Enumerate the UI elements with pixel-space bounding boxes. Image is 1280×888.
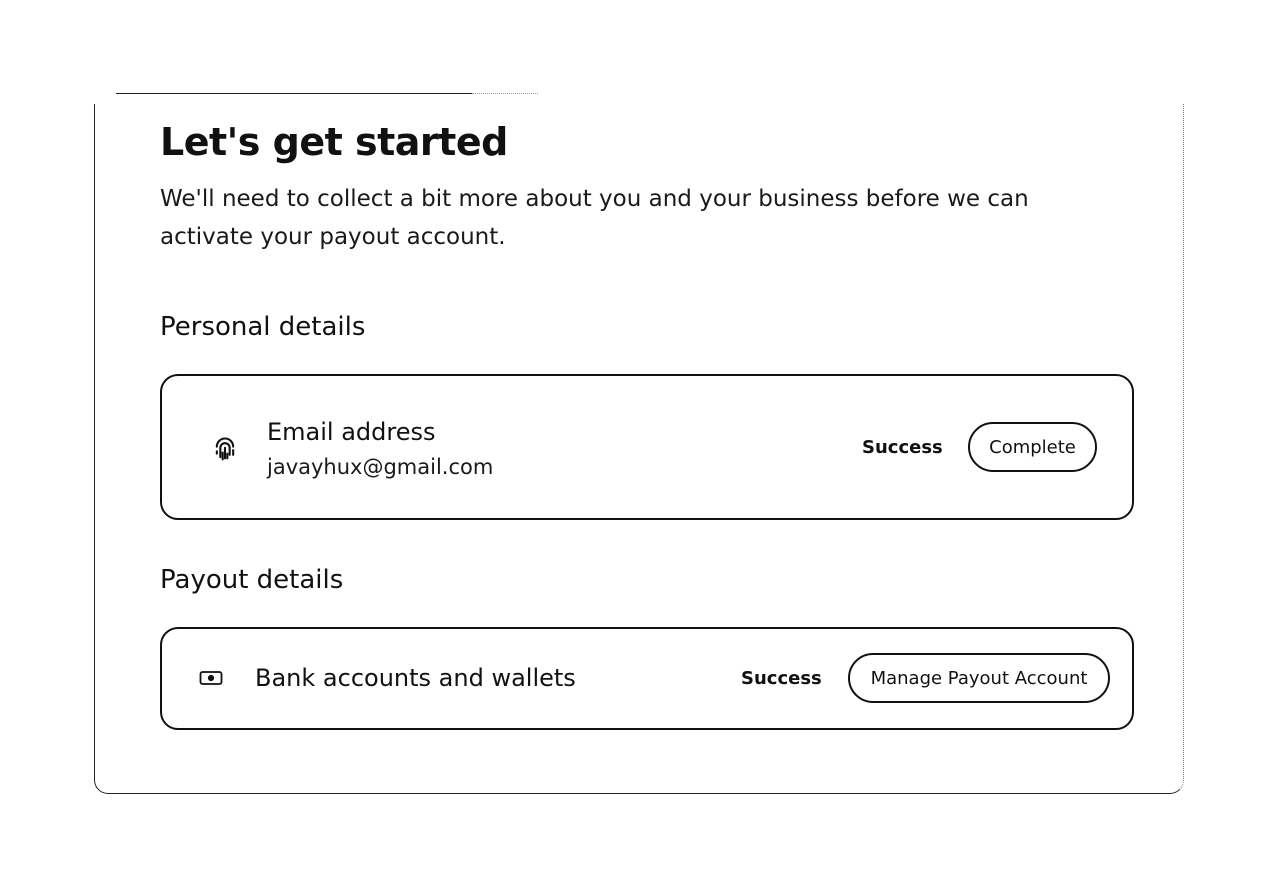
page-subtitle: We'll need to collect a bit more about y… <box>160 186 1029 250</box>
bank-accounts-card: Bank accounts and wallets Success Manage… <box>160 627 1134 730</box>
top-divider <box>116 93 472 94</box>
page-title: Let's get started <box>160 120 508 164</box>
payout-status-badge: Success <box>741 668 822 689</box>
complete-button[interactable]: Complete <box>968 422 1097 472</box>
manage-payout-account-button[interactable]: Manage Payout Account <box>848 653 1110 703</box>
section-title-personal-details: Personal details <box>160 312 366 342</box>
section-title-payout-details: Payout details <box>160 565 344 595</box>
top-divider-faint <box>472 93 538 94</box>
email-address-value: javayhux@gmail.com <box>267 455 494 479</box>
email-status-badge: Success <box>862 437 943 458</box>
bank-accounts-label: Bank accounts and wallets <box>255 664 576 692</box>
email-address-card: Email address javayhux@gmail.com Success… <box>160 374 1134 520</box>
email-address-label: Email address <box>267 418 436 446</box>
fingerprint-icon <box>210 434 240 464</box>
banknote-icon <box>198 667 224 689</box>
